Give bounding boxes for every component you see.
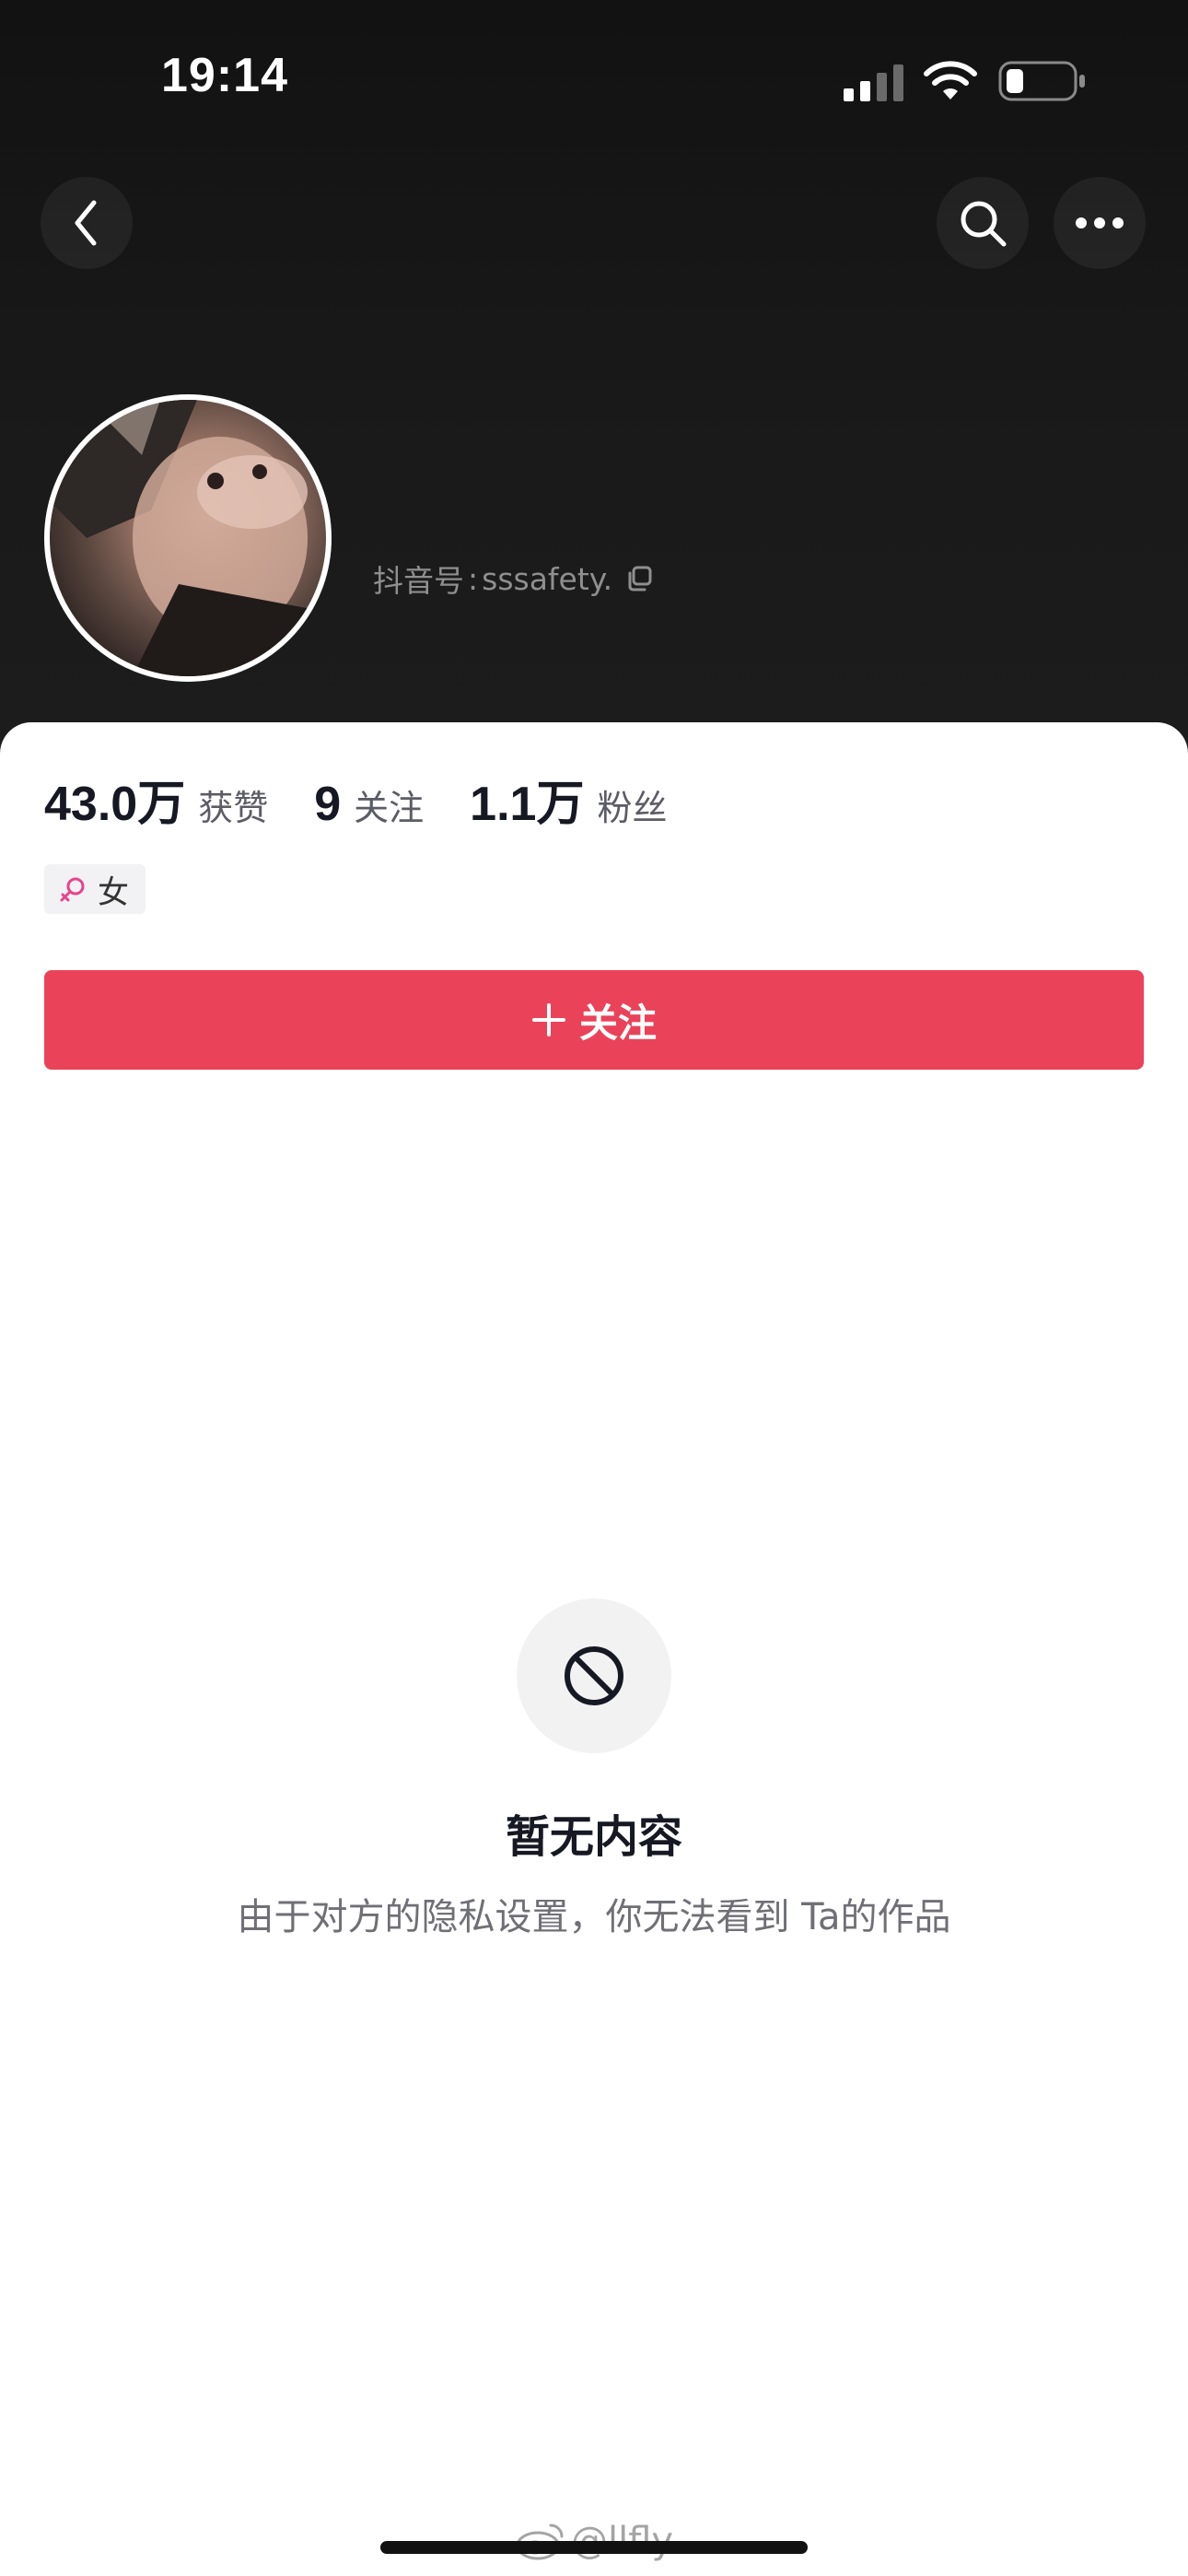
search-button[interactable] [937,177,1029,269]
gender-label: 女 [98,873,129,911]
avatar-image [50,400,326,676]
douyin-id: 抖音号 : sssafety. [373,556,653,601]
stat-following[interactable]: 9 关注 [314,777,424,832]
stat-following-label: 关注 [354,788,425,828]
follow-button[interactable]: 关注 [44,970,1144,1070]
more-horizontal-icon [1076,217,1124,228]
home-indicator[interactable] [380,2541,808,2554]
stat-likes-label: 获赞 [198,788,269,828]
empty-state-title: 暂无内容 [505,1811,682,1863]
status-time: 19:14 [161,49,288,102]
wifi-icon [924,61,977,100]
stat-followers[interactable]: 1.1万 粉丝 [470,765,667,834]
avatar[interactable] [44,394,332,682]
gender-tag: 女 [44,864,146,914]
female-symbol-icon [60,877,85,902]
follow-button-label: 关注 [578,1000,657,1046]
cellular-signal-icon [844,64,903,101]
stats-row: 43.0万 获赞 9 关注 1.1万 粉丝 [44,765,713,834]
stat-likes-value: 43.0万 [44,778,186,831]
douyin-id-separator: : [468,560,479,597]
chevron-left-icon [75,200,97,246]
stat-followers-label: 粉丝 [597,788,668,828]
prohibited-icon [565,1646,623,1705]
stat-likes[interactable]: 43.0万 获赞 [44,765,268,834]
copy-icon[interactable] [625,565,653,592]
battery-icon [998,61,1085,101]
search-icon [961,201,1007,247]
more-button[interactable] [1054,177,1146,269]
stat-followers-value: 1.1万 [470,778,585,831]
empty-state-subtitle: 由于对方的隐私设置，你无法看到 Ta的作品 [237,1896,951,1938]
empty-state-icon-wrap [517,1598,671,1753]
douyin-id-label: 抖音号 [373,563,464,599]
back-button[interactable] [41,177,133,269]
profile-header: 19:14 抖音号: sssafety. [0,0,1188,765]
stat-following-value: 9 [314,778,342,831]
status-bar: 19:14 [0,0,1188,147]
douyin-id-value: sssafety. [482,560,613,597]
plus-icon [531,1003,565,1036]
